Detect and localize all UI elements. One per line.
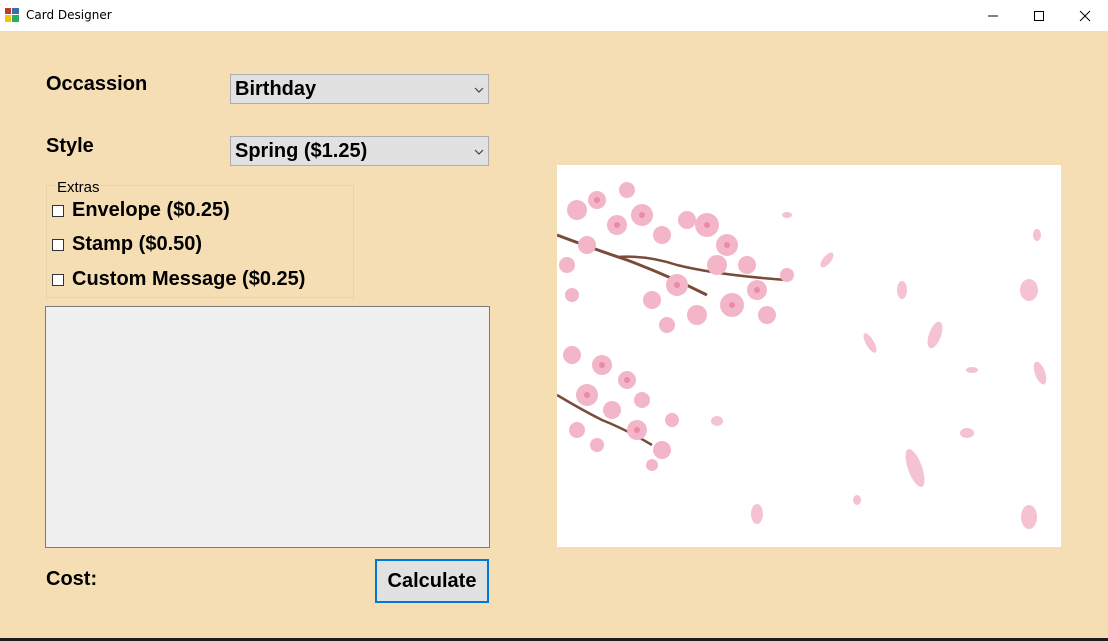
window-title: Card Designer <box>26 8 112 22</box>
style-selected-value: Spring ($1.25) <box>235 140 368 162</box>
minimize-button[interactable] <box>970 0 1016 31</box>
card-preview-picture <box>557 165 1061 547</box>
envelope-label: Envelope ($0.25) <box>72 199 230 221</box>
custom-message-checkbox[interactable]: Custom Message ($0.25) <box>52 268 305 291</box>
envelope-checkbox[interactable]: Envelope ($0.25) <box>52 199 230 222</box>
extras-title: Extras <box>56 179 101 196</box>
stamp-checkbox[interactable]: Stamp ($0.50) <box>52 233 202 256</box>
calculate-button[interactable]: Calculate <box>375 559 489 603</box>
cherry-blossom-icon <box>557 182 1047 529</box>
title-bar: Card Designer <box>0 0 1108 31</box>
occasion-label: Occassion <box>46 73 148 95</box>
close-button[interactable] <box>1062 0 1108 31</box>
checkbox-box[interactable] <box>52 238 64 251</box>
maximize-icon <box>1034 10 1044 21</box>
occasion-selected-value: Birthday <box>235 78 317 100</box>
close-icon <box>1079 10 1091 21</box>
cost-label: Cost: <box>46 568 98 590</box>
minimize-icon <box>988 15 998 16</box>
occasion-select[interactable]: Birthday <box>230 74 489 104</box>
maximize-button[interactable] <box>1016 0 1062 31</box>
message-textbox[interactable] <box>45 306 490 548</box>
custom-message-label: Custom Message ($0.25) <box>72 268 306 290</box>
chevron-down-icon <box>474 87 484 93</box>
checkbox-box[interactable] <box>52 204 64 217</box>
stamp-label: Stamp ($0.50) <box>72 233 203 255</box>
chevron-down-icon <box>474 149 484 155</box>
app-icon <box>5 8 19 22</box>
style-label: Style <box>46 135 94 157</box>
checkbox-box[interactable] <box>52 273 64 286</box>
style-select[interactable]: Spring ($1.25) <box>230 136 489 166</box>
